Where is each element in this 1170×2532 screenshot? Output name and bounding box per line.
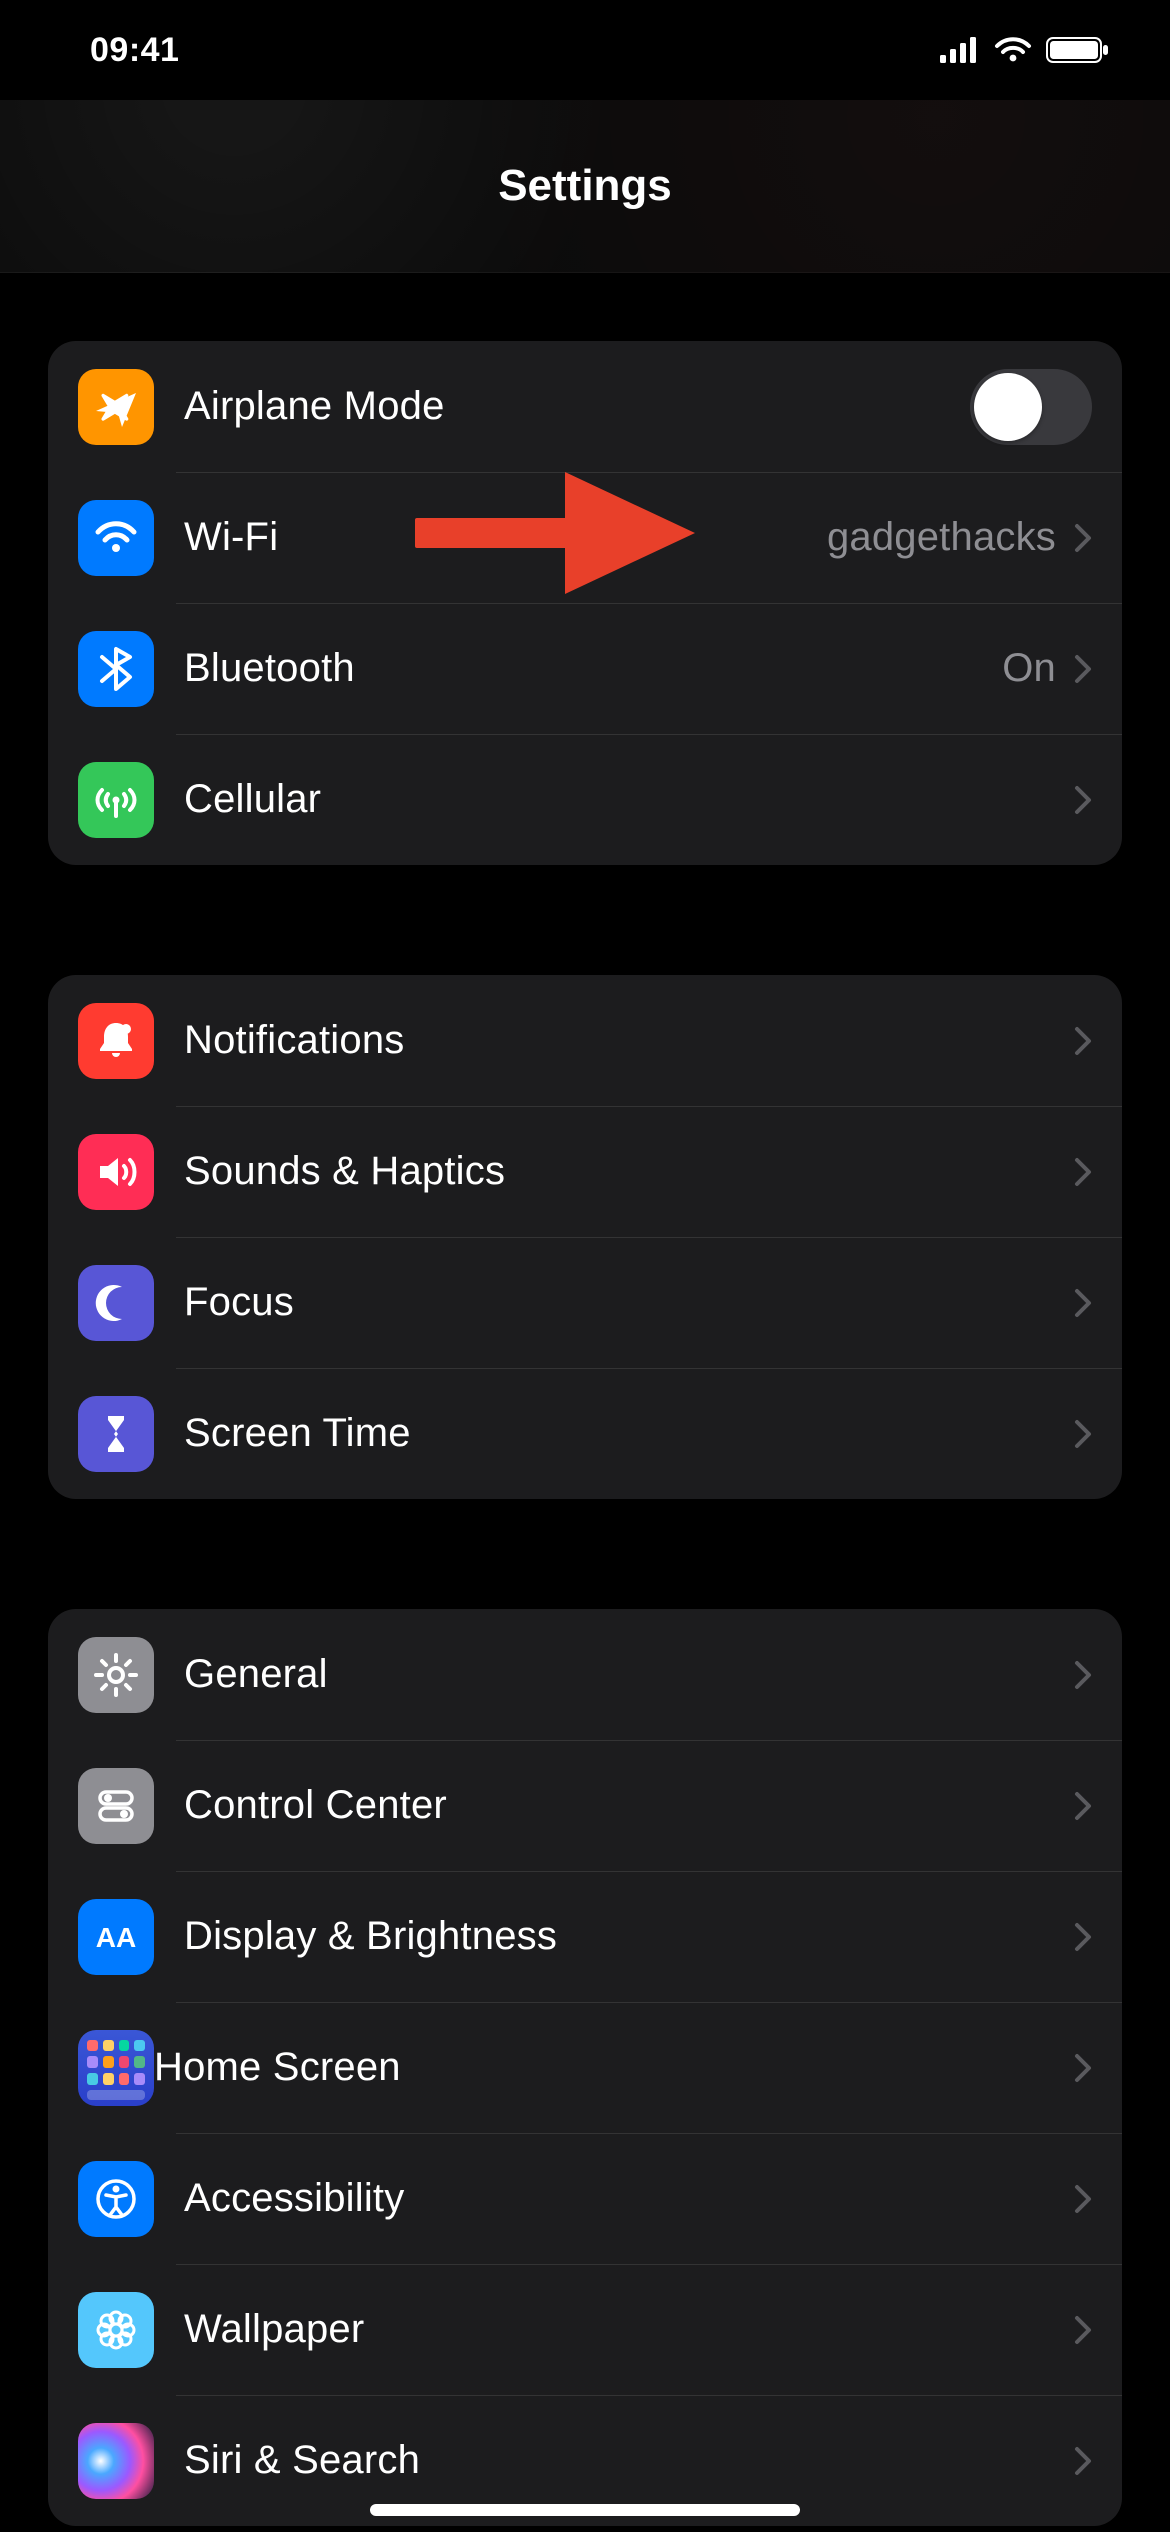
row-control-center[interactable]: Control Center xyxy=(48,1740,1122,1871)
chevron-right-icon xyxy=(1074,2446,1092,2476)
row-label: Home Screen xyxy=(154,2045,1074,2090)
row-display-brightness[interactable]: AA Display & Brightness xyxy=(48,1871,1122,2002)
chevron-right-icon xyxy=(1074,1419,1092,1449)
row-home-screen[interactable]: Home Screen xyxy=(48,2002,1122,2133)
chevron-right-icon xyxy=(1074,1922,1092,1952)
row-label: Cellular xyxy=(184,777,1074,822)
row-value: On xyxy=(1002,646,1056,691)
nav-bar: Settings xyxy=(0,100,1170,273)
notifications-icon xyxy=(78,1003,154,1079)
row-label: Control Center xyxy=(184,1783,1074,1828)
wallpaper-icon xyxy=(78,2292,154,2368)
chevron-right-icon xyxy=(1074,654,1092,684)
accessibility-icon xyxy=(78,2161,154,2237)
chevron-right-icon xyxy=(1074,1288,1092,1318)
airplane-toggle[interactable] xyxy=(970,369,1092,445)
cellular-signal-icon xyxy=(940,37,980,63)
bluetooth-icon xyxy=(78,631,154,707)
row-accessibility[interactable]: Accessibility xyxy=(48,2133,1122,2264)
home-indicator[interactable] xyxy=(370,2504,800,2516)
row-label: Screen Time xyxy=(184,1411,1074,1456)
status-icons xyxy=(940,37,1110,63)
row-label: General xyxy=(184,1652,1074,1697)
chevron-right-icon xyxy=(1074,1791,1092,1821)
cellular-icon xyxy=(78,762,154,838)
row-notifications[interactable]: Notifications xyxy=(48,975,1122,1106)
control-center-icon xyxy=(78,1768,154,1844)
display-icon: AA xyxy=(78,1899,154,1975)
row-general[interactable]: General xyxy=(48,1609,1122,1740)
row-label: Notifications xyxy=(184,1018,1074,1063)
chevron-right-icon xyxy=(1074,2184,1092,2214)
row-label: Sounds & Haptics xyxy=(184,1149,1074,1194)
status-time: 09:41 xyxy=(90,31,179,70)
battery-icon xyxy=(1046,37,1110,63)
row-value: gadgethacks xyxy=(827,515,1056,560)
chevron-right-icon xyxy=(1074,1157,1092,1187)
airplane-icon xyxy=(78,369,154,445)
settings-group-network: Airplane Mode Wi-Fi gadgethacks Bluetoot… xyxy=(48,341,1122,865)
screen-time-icon xyxy=(78,1396,154,1472)
settings-group-system: General Control Center AA Display & Brig… xyxy=(48,1609,1122,2526)
chevron-right-icon xyxy=(1074,1026,1092,1056)
row-label: Accessibility xyxy=(184,2176,1074,2221)
settings-group-alerts: Notifications Sounds & Haptics Focus Scr… xyxy=(48,975,1122,1499)
row-label: Bluetooth xyxy=(184,646,1002,691)
sounds-icon xyxy=(78,1134,154,1210)
row-screen-time[interactable]: Screen Time xyxy=(48,1368,1122,1499)
row-bluetooth[interactable]: Bluetooth On xyxy=(48,603,1122,734)
chevron-right-icon xyxy=(1074,1660,1092,1690)
status-bar: 09:41 xyxy=(0,0,1170,100)
chevron-right-icon xyxy=(1074,523,1092,553)
row-wifi[interactable]: Wi-Fi gadgethacks xyxy=(48,472,1122,603)
row-label: Airplane Mode xyxy=(184,384,970,429)
row-airplane-mode[interactable]: Airplane Mode xyxy=(48,341,1122,472)
chevron-right-icon xyxy=(1074,2315,1092,2345)
row-wallpaper[interactable]: Wallpaper xyxy=(48,2264,1122,2395)
row-label: Display & Brightness xyxy=(184,1914,1074,1959)
page-title: Settings xyxy=(498,161,672,211)
row-label: Wallpaper xyxy=(184,2307,1074,2352)
home-screen-icon xyxy=(78,2030,154,2106)
row-cellular[interactable]: Cellular xyxy=(48,734,1122,865)
chevron-right-icon xyxy=(1074,2053,1092,2083)
wifi-icon xyxy=(78,500,154,576)
focus-icon xyxy=(78,1265,154,1341)
siri-icon xyxy=(78,2423,154,2499)
row-focus[interactable]: Focus xyxy=(48,1237,1122,1368)
wifi-icon xyxy=(994,37,1032,63)
chevron-right-icon xyxy=(1074,785,1092,815)
svg-text:AA: AA xyxy=(96,1922,136,1953)
row-label: Wi-Fi xyxy=(184,515,827,560)
row-sounds[interactable]: Sounds & Haptics xyxy=(48,1106,1122,1237)
row-label: Focus xyxy=(184,1280,1074,1325)
row-label: Siri & Search xyxy=(184,2438,1074,2483)
toggle-knob-icon xyxy=(974,373,1042,441)
general-icon xyxy=(78,1637,154,1713)
